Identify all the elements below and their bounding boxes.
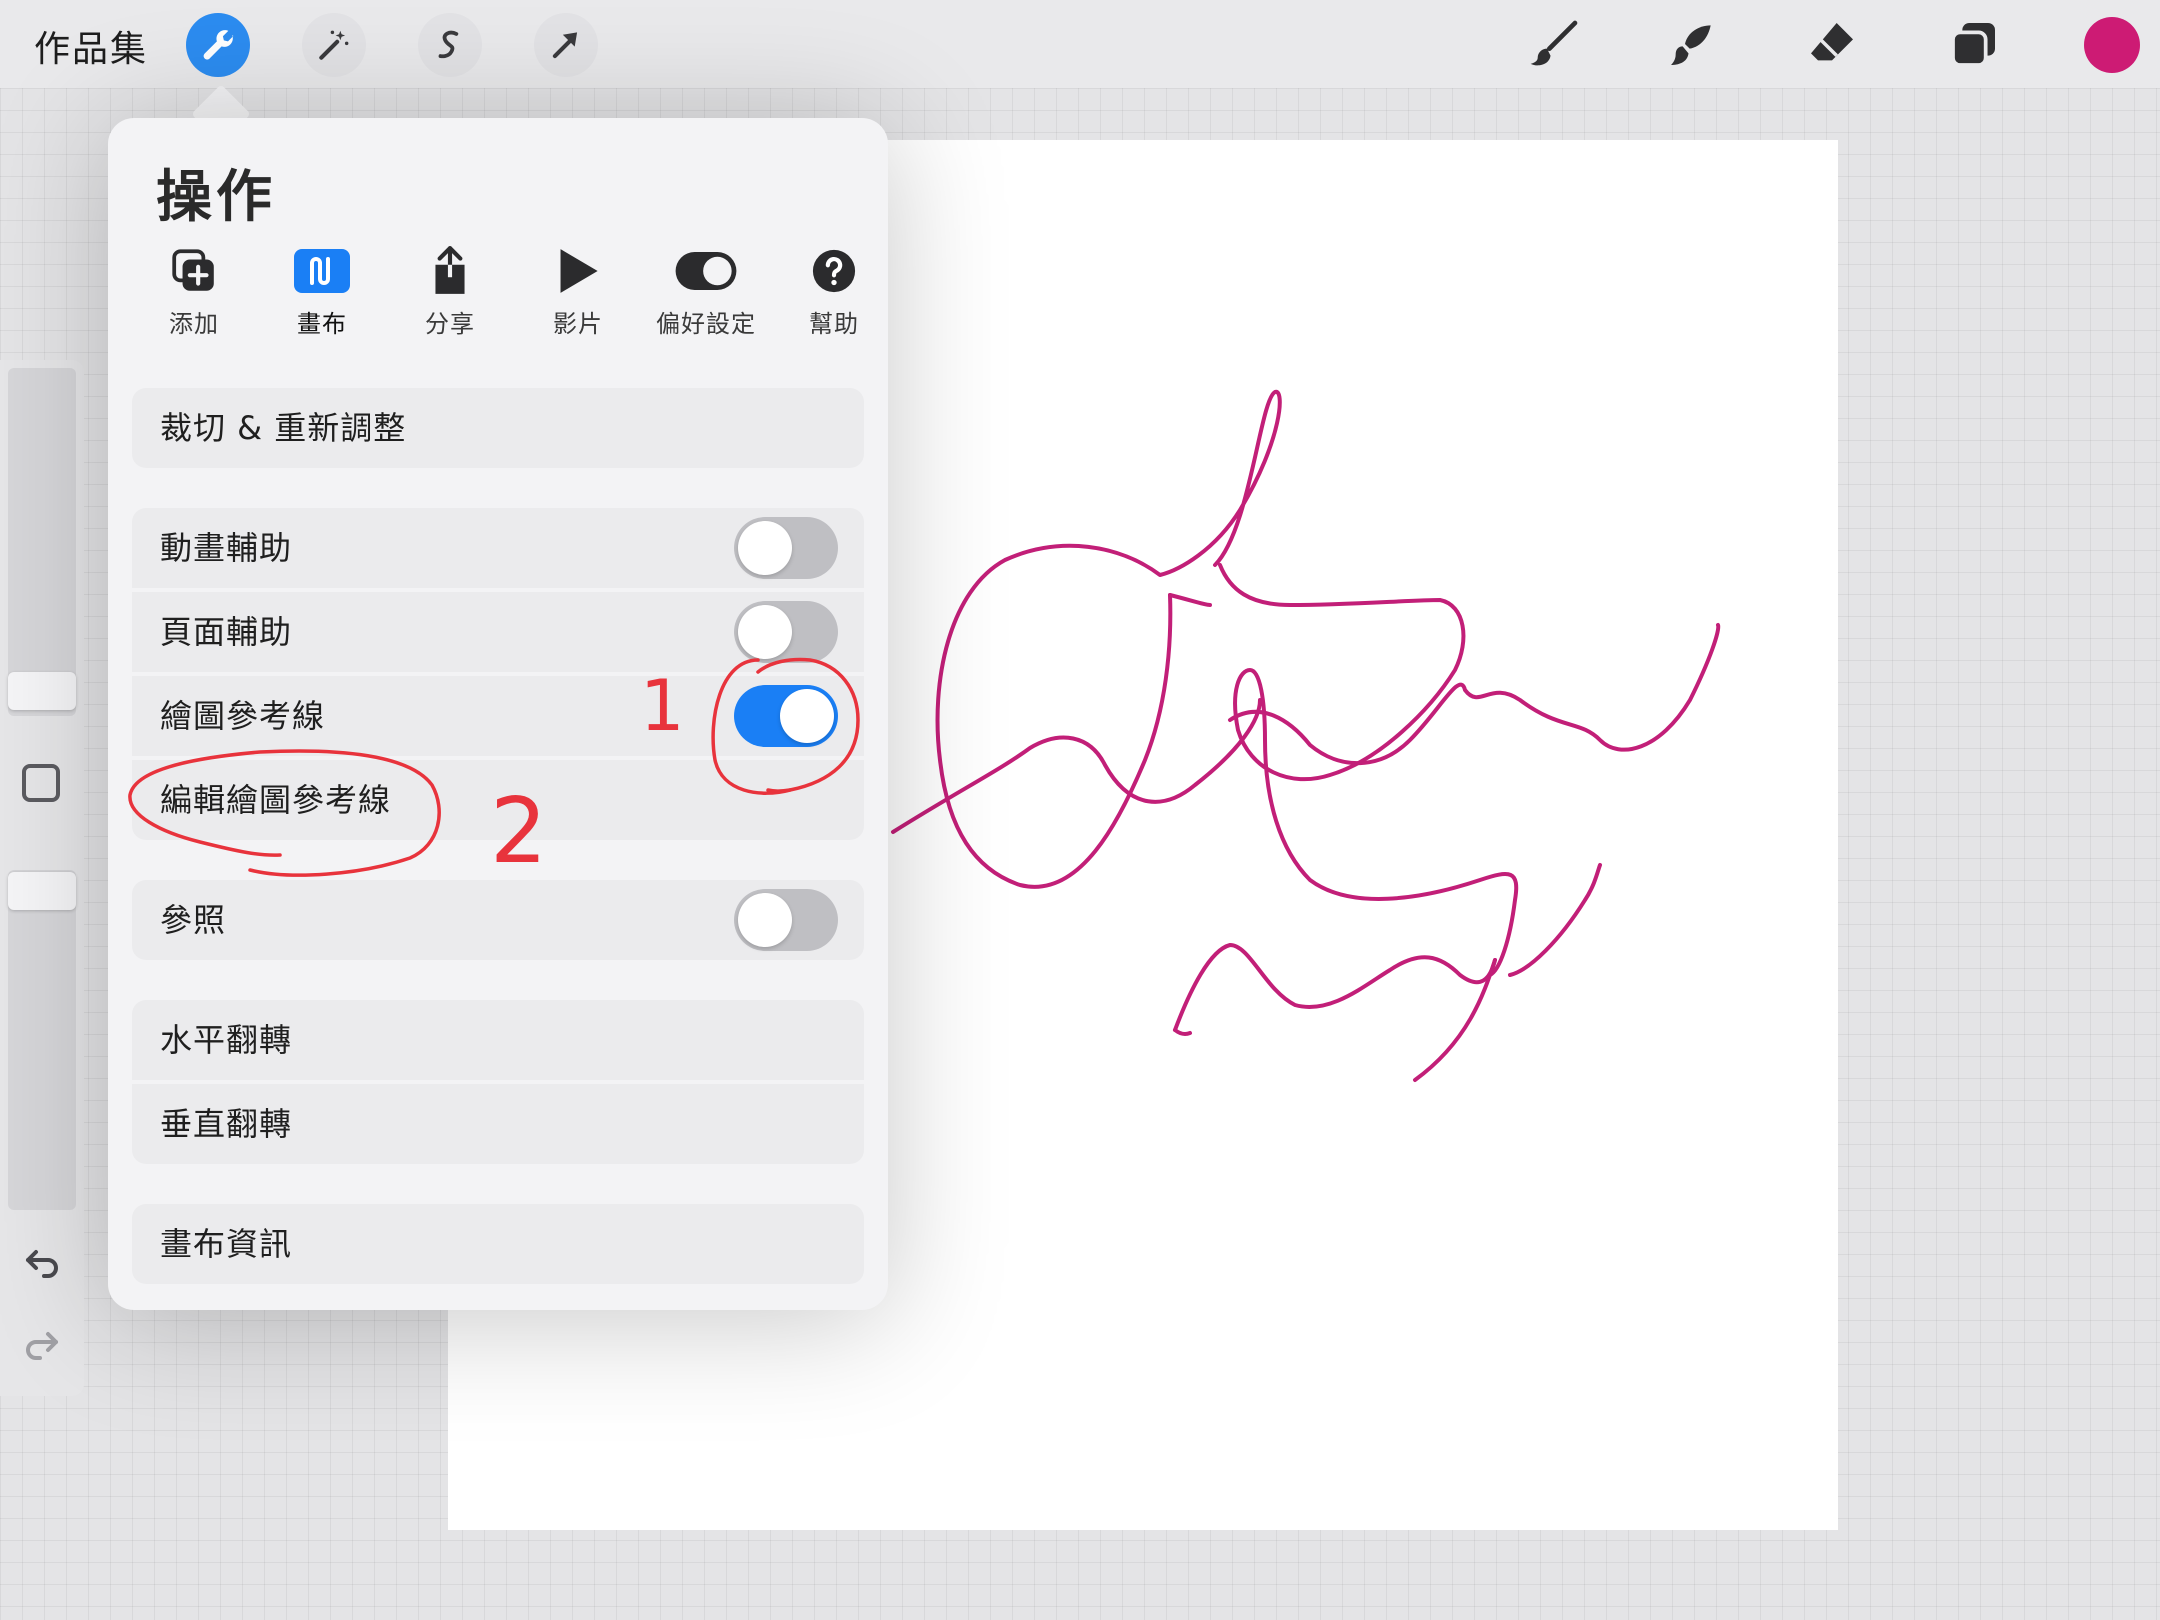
color-picker-button[interactable] xyxy=(2084,17,2140,73)
tab-canvas-label: 畫布 xyxy=(297,310,347,338)
actions-tabs: 添加 畫布 分享 影片 偏好設定 幫助 xyxy=(130,244,870,344)
flip-horizontal-button[interactable]: 水平翻轉 xyxy=(132,1000,864,1080)
selection-button[interactable] xyxy=(418,13,482,77)
wrench-icon xyxy=(203,30,234,60)
canvas-info-label: 畫布資訊 xyxy=(160,1225,293,1263)
page-assist-label: 頁面輔助 xyxy=(160,613,293,651)
drawing-guide-label: 繪圖參考線 xyxy=(160,697,326,735)
edit-drawing-guide-label: 編輯繪圖參考線 xyxy=(160,781,392,819)
add-icon xyxy=(172,249,214,291)
tab-share[interactable]: 分享 xyxy=(386,244,514,344)
actions-popover: 操作 添加 畫布 分享 影片 偏好設定 幫助 裁切 & 重新調整 動畫輔助 頁面… xyxy=(108,118,888,1310)
page-assist-row: 頁面輔助 xyxy=(132,592,864,672)
animation-assist-toggle[interactable] xyxy=(734,517,838,579)
adjustments-button[interactable] xyxy=(302,13,366,77)
brush-button[interactable] xyxy=(1524,14,1584,74)
undo-icon xyxy=(26,1250,58,1278)
selection-icon xyxy=(438,30,459,59)
tab-preferences[interactable]: 偏好設定 xyxy=(642,244,770,344)
animation-assist-row: 動畫輔助 xyxy=(132,508,864,588)
reference-label: 參照 xyxy=(160,901,227,939)
opacity-slider[interactable] xyxy=(8,870,76,1210)
transform-button[interactable] xyxy=(534,13,598,77)
layers-icon xyxy=(1951,23,1995,67)
redo-button[interactable] xyxy=(18,1320,66,1368)
edit-drawing-guide-button[interactable]: 編輯繪圖參考線 xyxy=(132,760,864,840)
share-icon xyxy=(435,246,465,294)
actions-wrench-button[interactable] xyxy=(186,13,250,77)
redo-icon xyxy=(26,1332,58,1360)
tab-share-label: 分享 xyxy=(425,310,475,338)
help-icon xyxy=(812,249,856,293)
opacity-slider-thumb[interactable] xyxy=(8,872,76,910)
drawing-guide-row: 繪圖參考線 xyxy=(132,676,864,756)
transform-arrow-icon xyxy=(552,32,578,59)
brush-size-slider[interactable] xyxy=(8,368,76,716)
drawing-guide-toggle[interactable] xyxy=(734,685,838,747)
reference-toggle[interactable] xyxy=(734,889,838,951)
tab-help-label: 幫助 xyxy=(809,310,859,338)
tab-add[interactable]: 添加 xyxy=(130,244,258,344)
eraser-icon xyxy=(1811,23,1853,61)
tab-add-label: 添加 xyxy=(169,310,219,338)
canvas-icon xyxy=(294,249,350,293)
flip-vertical-label: 垂直翻轉 xyxy=(160,1105,293,1143)
eraser-button[interactable] xyxy=(1802,14,1862,74)
crop-resize-button[interactable]: 裁切 & 重新調整 xyxy=(132,388,864,468)
play-icon xyxy=(560,249,598,293)
magic-wand-icon xyxy=(319,30,349,60)
smudge-icon xyxy=(1671,25,1711,65)
page-assist-toggle[interactable] xyxy=(734,601,838,663)
reference-row: 參照 xyxy=(132,880,864,960)
undo-button[interactable] xyxy=(18,1238,66,1286)
top-toolbar: 作品集 xyxy=(0,0,2160,88)
layers-button[interactable] xyxy=(1944,14,2004,74)
modify-square-icon[interactable] xyxy=(22,764,60,802)
tab-preferences-label: 偏好設定 xyxy=(656,310,756,338)
smudge-button[interactable] xyxy=(1662,14,1722,74)
flip-horizontal-label: 水平翻轉 xyxy=(160,1021,293,1059)
flip-vertical-button[interactable]: 垂直翻轉 xyxy=(132,1084,864,1164)
tab-help[interactable]: 幫助 xyxy=(770,244,898,344)
brush-size-slider-thumb[interactable] xyxy=(8,672,76,710)
left-sidebar xyxy=(0,360,84,1396)
canvas-info-button[interactable]: 畫布資訊 xyxy=(132,1204,864,1284)
crop-resize-label: 裁切 & 重新調整 xyxy=(160,409,407,447)
gallery-button[interactable]: 作品集 xyxy=(34,20,148,72)
preferences-toggle-icon xyxy=(675,252,737,290)
tab-video[interactable]: 影片 xyxy=(514,244,642,344)
tab-video-label: 影片 xyxy=(553,310,603,338)
animation-assist-label: 動畫輔助 xyxy=(160,529,293,567)
popover-title: 操作 xyxy=(156,165,276,230)
brush-icon xyxy=(1530,20,1578,66)
tab-canvas[interactable]: 畫布 xyxy=(258,244,386,344)
